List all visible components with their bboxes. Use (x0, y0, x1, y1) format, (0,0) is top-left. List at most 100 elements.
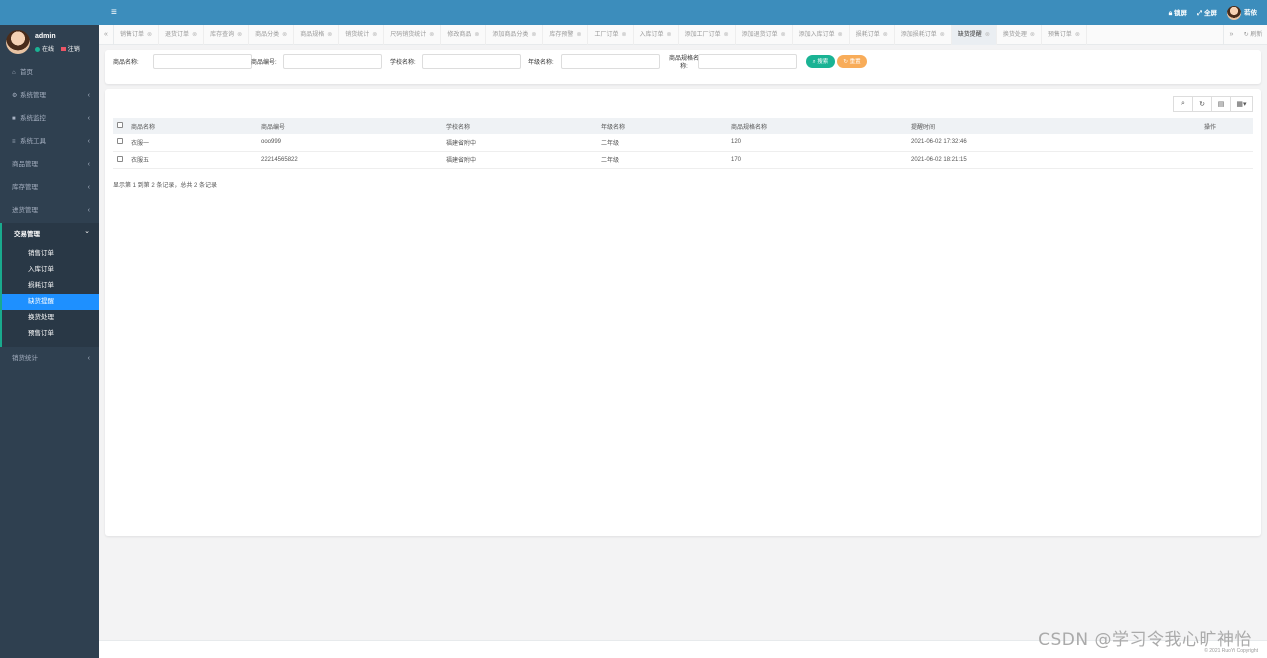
sidebar-subitem[interactable]: 换货处理 (2, 310, 99, 326)
close-icon[interactable]: ⊗ (576, 25, 581, 45)
close-icon[interactable]: ⊗ (940, 25, 945, 45)
tab-active[interactable]: 缺货提醒 ⊗ (951, 25, 997, 45)
sidebar-subitem[interactable]: 销售订单 (2, 246, 99, 262)
school-input[interactable] (422, 54, 521, 69)
tab[interactable]: 换货处理 ⊗ (997, 25, 1042, 45)
sidebar-item-purchase[interactable]: 进货管理 ‹ (0, 201, 99, 221)
tab-list: 销售订单 ⊗ 退货订单 ⊗ 库存查询 ⊗ 商品分类 ⊗ 商品规格 ⊗ 销货统计 ⊗ 尺码销货统计 ⊗ 修改商… (114, 25, 1087, 45)
lock-screen-button[interactable]: 🔒︎ 锁屏 (1169, 7, 1187, 18)
sidebar-subitem[interactable]: 预售订单 (2, 326, 99, 342)
spec-input[interactable] (698, 54, 797, 69)
sidebar-group-title[interactable]: 交易管理 (14, 228, 40, 238)
close-icon[interactable]: ⊗ (531, 25, 536, 45)
sidebar-item-home[interactable]: ⌂ 首页 (0, 63, 99, 83)
sidebar-subitem-active[interactable]: 缺货提醒 (2, 294, 99, 310)
table-row[interactable]: 衣服五 22214565822 福建省附中 二年级 170 2021-06-02… (113, 151, 1253, 169)
column-header[interactable]: 学校名称 (442, 118, 597, 134)
column-header: 操作 (1200, 118, 1253, 134)
sidebar-item-monitor[interactable]: ■ 系统监控 ‹ (0, 109, 99, 129)
tab[interactable]: 修改商品 ⊗ (441, 25, 487, 45)
toggle-view-button[interactable]: ▤ (1211, 96, 1231, 112)
table-row[interactable]: 衣服一 ooo999 福建省附中 二年级 120 2021-06-02 17:3… (113, 134, 1253, 152)
close-icon[interactable]: ⊗ (147, 25, 152, 45)
close-icon[interactable]: ⊗ (282, 25, 287, 45)
sidebar-item-stock[interactable]: 库存管理 ‹ (0, 178, 99, 198)
tab[interactable]: 预售订单 ⊗ (1042, 25, 1087, 45)
reset-button[interactable]: ↻ 重置 (837, 55, 867, 68)
sidebar-item-tools[interactable]: ≡ 系统工具 ‹ (0, 132, 99, 152)
tab[interactable]: 销货统计 ⊗ (339, 25, 385, 45)
logout-icon[interactable] (60, 47, 66, 52)
close-icon[interactable]: ⊗ (883, 25, 888, 45)
tab[interactable]: 损耗订单 ⊗ (850, 25, 895, 45)
column-header[interactable]: 商品规格名称 (727, 118, 907, 134)
column-header[interactable]: 商品编号 (257, 118, 442, 134)
chevron-down-icon: ⌄ (84, 228, 90, 235)
bars-icon: ≡ (12, 139, 16, 145)
cell-actions (1200, 151, 1253, 169)
columns-button[interactable]: ▦▾ (1230, 96, 1253, 112)
column-header[interactable]: 商品名称 (127, 118, 257, 134)
column-header[interactable]: 提醒时间 (907, 118, 1200, 134)
cell-school: 福建省附中 (442, 134, 597, 152)
chevron-left-icon: ‹ (87, 138, 90, 145)
menu-toggle-icon[interactable]: ≡ (111, 7, 117, 18)
close-icon[interactable]: ⊗ (474, 25, 479, 45)
fullscreen-button[interactable]: ⤢ 全屏 (1197, 7, 1217, 18)
cell-actions (1200, 134, 1253, 152)
goods-code-input[interactable] (283, 54, 382, 69)
logout-link[interactable]: 注销 (68, 47, 80, 53)
search-toggle-button[interactable]: ⌕ (1173, 96, 1193, 112)
row-checkbox[interactable] (117, 155, 123, 162)
sidebar-item-goods[interactable]: 商品管理 ‹ (0, 155, 99, 175)
tab-label: 修改商品 (447, 32, 472, 38)
close-icon[interactable]: ⊗ (1075, 25, 1080, 45)
tab[interactable]: 添加损耗订单 ⊗ (895, 25, 952, 45)
user-menu[interactable]: 若依 (1227, 5, 1257, 20)
close-icon[interactable]: ⊗ (621, 25, 626, 45)
tab[interactable]: 尺码销货统计 ⊗ (384, 25, 442, 45)
tab-scroll-left-icon[interactable]: « (99, 25, 114, 45)
close-icon[interactable]: ⊗ (1030, 25, 1035, 45)
close-icon[interactable]: ⊗ (429, 25, 434, 45)
lock-icon: 🔒︎ (1168, 10, 1173, 17)
close-icon[interactable]: ⊗ (667, 25, 672, 45)
tab[interactable]: 工厂订单 ⊗ (588, 25, 634, 45)
tab[interactable]: 添加入库订单 ⊗ (793, 25, 850, 45)
tab[interactable]: 退货订单 ⊗ (159, 25, 205, 45)
avatar[interactable] (6, 30, 30, 54)
tab[interactable]: 添加商品分类 ⊗ (486, 25, 544, 45)
close-icon[interactable]: ⊗ (781, 25, 786, 45)
close-icon[interactable]: ⊗ (838, 25, 843, 45)
sidebar-subitem[interactable]: 损耗订单 (2, 278, 99, 294)
close-icon[interactable]: ⊗ (985, 25, 990, 45)
close-icon[interactable]: ⊗ (724, 25, 729, 45)
close-icon[interactable]: ⊗ (192, 25, 197, 45)
tab[interactable]: 库存查询 ⊗ (204, 25, 250, 45)
grade-input[interactable] (561, 54, 660, 69)
search-button[interactable]: ⌕ 搜索 (806, 55, 835, 68)
close-icon[interactable]: ⊗ (237, 25, 242, 45)
row-checkbox[interactable] (117, 138, 123, 145)
tab[interactable]: 商品分类 ⊗ (249, 25, 295, 45)
list-icon: ▤ (1217, 101, 1225, 108)
select-all-checkbox[interactable] (117, 122, 123, 128)
tab[interactable]: 添加工厂订单 ⊗ (679, 25, 736, 45)
online-label: 在线 (42, 47, 55, 53)
goods-name-input[interactable] (153, 54, 252, 69)
tab[interactable]: 入库订单 ⊗ (634, 25, 679, 45)
refresh-button[interactable]: ↻ (1192, 96, 1212, 112)
close-icon[interactable]: ⊗ (327, 25, 332, 45)
sidebar-item-sales-stats[interactable]: 销货统计 ‹ (0, 349, 99, 369)
tab[interactable]: 商品规格 ⊗ (294, 25, 340, 45)
refresh-button[interactable]: ↻ 刷新 (1239, 25, 1267, 45)
tab[interactable]: 销售订单 ⊗ (114, 25, 160, 45)
tab[interactable]: 库存预警 ⊗ (543, 25, 589, 45)
tab-scroll-right-icon[interactable]: » (1223, 25, 1239, 45)
sidebar-item-system[interactable]: ⚙ 系统管理 ‹ (0, 86, 99, 106)
sidebar-subitem[interactable]: 入库订单 (2, 262, 99, 278)
close-icon[interactable]: ⊗ (372, 25, 377, 45)
sidebar: admin 在线 注销 ⌂ 首页 ⚙ 系统管理 ‹ ■ 系统监控 ‹ ≡ 系统工具 ‹ 商品管… (0, 0, 99, 658)
column-header[interactable]: 年级名称 (597, 118, 727, 134)
tab[interactable]: 添加退货订单 ⊗ (736, 25, 793, 45)
